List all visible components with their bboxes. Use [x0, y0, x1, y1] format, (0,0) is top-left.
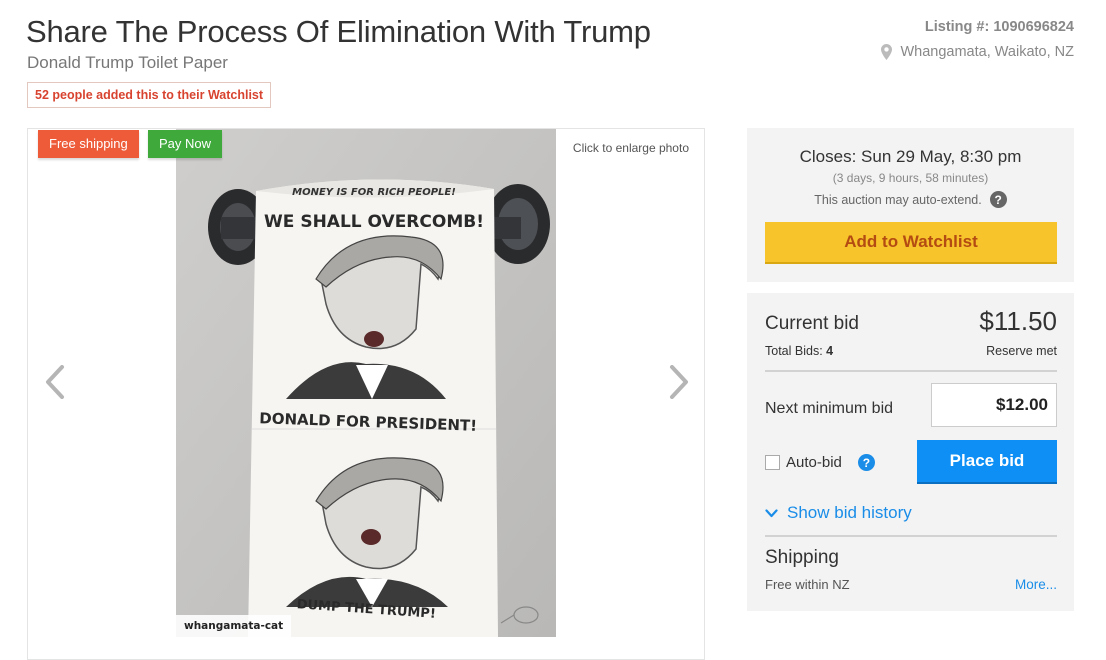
watchlist-count-badge: 52 people added this to their Watchlist: [27, 82, 272, 108]
listing-location: Whangamata, Waikato, NZ: [881, 44, 1074, 60]
current-bid-label: Current bid: [765, 313, 859, 334]
chevron-down-icon: [765, 503, 778, 523]
closing-time: Closes: Sun 29 May, 8:30 pm: [799, 147, 1022, 166]
listing-subtitle: Donald Trump Toilet Paper: [27, 53, 228, 72]
add-to-watchlist-button[interactable]: Add to Watchlist: [765, 222, 1057, 264]
shipping-label: Shipping: [765, 547, 839, 568]
next-photo-button[interactable]: [664, 364, 694, 404]
auto-bid-label: Auto-bid: [786, 454, 842, 471]
total-bids: Total Bids: 4: [765, 344, 833, 358]
divider: [765, 370, 1057, 372]
chevron-left-icon: [45, 364, 65, 404]
show-bid-history-link[interactable]: Show bid history: [765, 503, 912, 523]
auto-bid-option[interactable]: Auto-bid ?: [765, 454, 875, 471]
photo-watermark: whangamata-cat: [176, 615, 292, 637]
location-text: Whangamata, Waikato, NZ: [900, 44, 1074, 60]
total-bids-count: 4: [826, 344, 834, 358]
auto-bid-checkbox[interactable]: [765, 455, 780, 470]
map-pin-icon: [881, 44, 893, 60]
show-bid-history-text: Show bid history: [787, 503, 912, 522]
listing-number: Listing #: 1090696824: [924, 19, 1074, 35]
place-bid-button[interactable]: Place bid: [917, 440, 1057, 484]
help-icon[interactable]: ?: [989, 191, 1007, 208]
photo-gallery: MONEY IS FOR RICH PEOPLE! WE SHALL OVERC…: [27, 128, 705, 660]
enlarge-photo-hint[interactable]: Click to enlarge photo: [573, 141, 689, 155]
free-shipping-tag: Free shipping: [38, 130, 139, 158]
chevron-right-icon: [669, 364, 689, 404]
listing-title: Share The Process Of Elimination With Tr…: [26, 14, 651, 49]
listing-photo[interactable]: MONEY IS FOR RICH PEOPLE! WE SHALL OVERC…: [176, 129, 556, 637]
roll-text-top: MONEY IS FOR RICH PEOPLE!: [292, 187, 456, 198]
bidding-panel: Current bid $11.50 Total Bids: 4 Reserve…: [747, 293, 1074, 611]
time-remaining: (3 days, 9 hours, 58 minutes): [832, 171, 989, 185]
previous-photo-button[interactable]: [40, 364, 70, 404]
divider: [765, 535, 1057, 537]
pay-now-tag: Pay Now: [148, 130, 223, 158]
total-bids-label: Total Bids:: [765, 344, 827, 358]
shipping-more-link[interactable]: More...: [1015, 577, 1057, 592]
auction-close-panel: Closes: Sun 29 May, 8:30 pm (3 days, 9 h…: [747, 128, 1074, 282]
bid-amount-input[interactable]: [931, 383, 1057, 427]
next-minimum-bid-label: Next minimum bid: [765, 400, 894, 417]
auto-bid-help-icon[interactable]: ?: [857, 454, 875, 471]
roll-text-slogan: WE SHALL OVERCOMB!: [264, 212, 484, 232]
current-bid-amount: $11.50: [979, 306, 1057, 336]
reserve-status: Reserve met: [986, 344, 1057, 358]
auto-extend-note: This auction may auto-extend. ?: [747, 191, 1074, 208]
auto-extend-text: This auction may auto-extend.: [814, 192, 982, 207]
shipping-value: Free within NZ: [765, 577, 850, 592]
